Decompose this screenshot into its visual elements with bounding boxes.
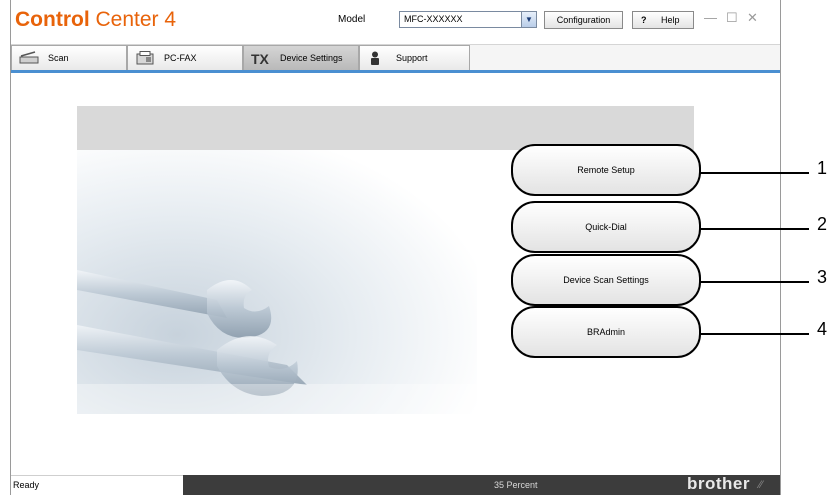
tab-bar: Scan PC-FAX TX Device Settings Support (11, 44, 780, 71)
bradmin-button[interactable]: BRAdmin (511, 306, 701, 358)
close-icon[interactable]: ✕ (747, 10, 758, 26)
model-label: Model (338, 14, 366, 25)
model-select[interactable]: MFC-XXXXXX ▼ (399, 11, 537, 28)
tab-device-settings[interactable]: TX Device Settings (243, 45, 359, 70)
help-button[interactable]: ? Help (632, 11, 694, 29)
tab-support[interactable]: Support (359, 45, 470, 70)
tab-device-settings-label: Device Settings (280, 53, 343, 63)
tab-scan-label: Scan (48, 53, 69, 63)
model-select-value: MFC-XXXXXX (404, 14, 463, 24)
tab-accent-line (11, 70, 780, 73)
configuration-button[interactable]: Configuration (544, 11, 623, 29)
app-title-light: Center 4 (95, 8, 177, 31)
title-bar: Control Center 4 Model MFC-XXXXXX ▼ Conf… (11, 0, 780, 40)
resize-grip-icon[interactable]: ⁄⁄ (759, 479, 763, 491)
callout-line-1 (700, 172, 809, 174)
callout-number-1: 1 (817, 158, 828, 178)
wrench-illustration (77, 150, 477, 414)
svg-text:TX: TX (251, 51, 270, 65)
status-percent: 35 Percent (494, 480, 538, 490)
app-title: Control Center 4 (15, 8, 176, 32)
remote-setup-button[interactable]: Remote Setup (511, 144, 701, 196)
callout-line-3 (700, 281, 809, 283)
quick-dial-button[interactable]: Quick-Dial (511, 201, 701, 253)
tab-pc-fax-label: PC-FAX (164, 53, 197, 63)
chevron-down-icon[interactable]: ▼ (521, 12, 536, 27)
callout-number-3: 3 (817, 267, 828, 287)
tab-pc-fax[interactable]: PC-FAX (127, 45, 243, 70)
control-center-window: Control Center 4 Model MFC-XXXXXX ▼ Conf… (10, 0, 781, 495)
app-title-bold: Control (15, 8, 90, 31)
tab-scan[interactable]: Scan (11, 45, 127, 70)
maximize-icon[interactable]: ☐ (726, 10, 738, 26)
fax-icon (135, 51, 157, 65)
minimize-icon[interactable]: — (704, 10, 717, 25)
person-icon (367, 51, 389, 65)
help-label: Help (661, 15, 680, 25)
callout-number-2: 2 (817, 214, 828, 234)
callout-line-4 (700, 333, 809, 335)
help-question-icon: ? (641, 15, 647, 25)
scanner-icon (19, 51, 41, 65)
callout-number-4: 4 (817, 319, 828, 339)
status-ready: Ready (11, 475, 183, 495)
tools-icon: TX (251, 51, 273, 67)
device-scan-settings-button[interactable]: Device Scan Settings (511, 254, 701, 306)
status-bar: Ready 35 Percent brother ⁄⁄ (11, 474, 780, 495)
callout-line-2 (700, 228, 809, 230)
brother-logo: brother (687, 474, 750, 493)
tab-support-label: Support (396, 53, 428, 63)
